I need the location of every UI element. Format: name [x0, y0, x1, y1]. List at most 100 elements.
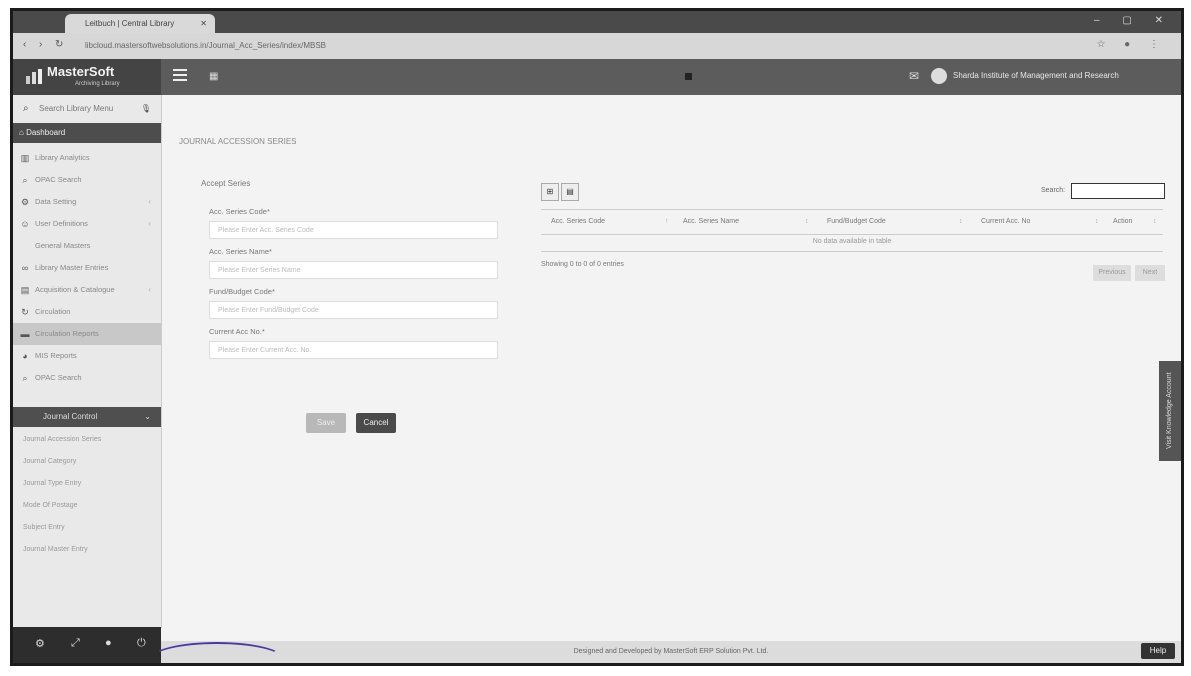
sidebar-subitem-mode-of-postage[interactable]: Mode Of Postage: [13, 495, 161, 517]
chevron-left-icon: ‹: [148, 197, 151, 206]
fund-budget-code-label: Fund/Budget Code*: [209, 287, 275, 296]
column-header-fund-budget-code[interactable]: Fund/Budget Code: [827, 210, 886, 234]
avatar[interactable]: [931, 68, 947, 84]
table-search-label: Search:: [1041, 187, 1066, 194]
microphone-icon[interactable]: 🎙: [141, 101, 151, 117]
sidebar-item-library-master-entries[interactable]: ∞ Library Master Entries: [13, 257, 161, 279]
sidebar-item-label: Library Master Entries: [35, 263, 109, 272]
pagination-next-button[interactable]: Next: [1135, 265, 1165, 281]
sort-icon[interactable]: ↕: [1153, 210, 1157, 234]
sidebar-item-general-masters[interactable]: General Masters: [13, 235, 161, 257]
sidebar-footer-toolbar: ⚙ ⤢ ● ⏻: [13, 627, 161, 663]
column-header-action[interactable]: Action: [1113, 210, 1132, 234]
acc-series-name-input[interactable]: Please Enter Series Name: [209, 261, 498, 279]
footer: Designed and Developed by MasterSoft ERP…: [161, 641, 1181, 663]
settings-icon[interactable]: ⚙: [35, 637, 45, 650]
power-icon[interactable]: ⏻: [137, 637, 146, 650]
users-icon: ☺: [20, 219, 30, 229]
sidebar-subitem-journal-accession-series[interactable]: Journal Accession Series: [13, 429, 161, 451]
pagination-previous-button[interactable]: Previous: [1093, 265, 1131, 281]
excel-export-icon[interactable]: ⊞: [541, 183, 559, 201]
sidebar-item-circulation[interactable]: ↻ Circulation: [13, 301, 161, 323]
chevron-left-icon: ‹: [148, 219, 151, 228]
sidebar-item-data-setting[interactable]: ⚙ Data Setting ‹: [13, 191, 161, 213]
sidebar-item-dashboard[interactable]: ⌂ Dashboard: [13, 123, 161, 143]
table-header: Acc. Series Code ↑ Acc. Series Name ↕ Fu…: [541, 209, 1163, 235]
brand-logo[interactable]: MasterSoft Archiving Library: [13, 59, 161, 95]
sidebar-item-mis-reports[interactable]: ◕ MIS Reports: [13, 345, 161, 367]
sidebar-item-opac-search[interactable]: ⌕ OPAC Search: [13, 169, 161, 191]
chevron-down-icon: ⌄: [144, 412, 151, 421]
sidebar-search-input[interactable]: Search Library Menu: [39, 101, 113, 117]
accession-series-table-panel: ⊞ ▤ Search: Acc. Series Code ↑ Acc. Seri…: [533, 171, 1173, 331]
forward-icon[interactable]: ›: [39, 39, 42, 50]
lock-icon[interactable]: ●: [105, 637, 112, 649]
sidebar-item-opac-search-2[interactable]: ⌕ OPAC Search: [13, 367, 161, 389]
sidebar-item-label: MIS Reports: [35, 351, 77, 360]
table-search-input[interactable]: [1071, 183, 1165, 199]
sidebar-subitem-journal-type-entry[interactable]: Journal Type Entry: [13, 473, 161, 495]
current-acc-no-label: Current Acc No.*: [209, 327, 265, 336]
home-icon: ⌂: [19, 128, 27, 137]
sort-icon[interactable]: ↕: [959, 210, 963, 234]
sidebar-item-label: OPAC Search: [35, 175, 82, 184]
grid-icon[interactable]: ▦: [209, 71, 218, 82]
sidebar: ⌕ Search Library Menu 🎙 ⌂ Dashboard ▥ Li…: [13, 95, 162, 628]
search-icon: ⌕: [23, 103, 29, 114]
bookmark-star-icon[interactable]: ☆ ● ⋮: [1096, 39, 1167, 50]
acc-series-name-label: Acc. Series Name*: [209, 247, 272, 256]
sidebar-item-label: Acquisition & Catalogue: [35, 285, 115, 294]
knowledge-account-side-tab[interactable]: Visit Knowledge Account: [1159, 361, 1181, 461]
fund-budget-code-input[interactable]: Please Enter Fund/Budget Code: [209, 301, 498, 319]
sidebar-item-journal-control[interactable]: Journal Control ⌄: [13, 407, 161, 427]
tab-title: Leitbuch | Central Library: [85, 19, 175, 28]
brand-subtitle: Archiving Library: [75, 81, 120, 87]
window-controls[interactable]: – ▢ ✕: [1094, 15, 1173, 26]
sidebar-item-circulation-reports[interactable]: ▬ Circulation Reports: [13, 323, 161, 345]
book-icon: ▤: [20, 285, 30, 295]
sort-icon[interactable]: ↕: [805, 210, 809, 234]
acc-series-code-input[interactable]: Please Enter Acc. Series Code: [209, 221, 498, 239]
reload-icon[interactable]: ↻: [55, 39, 63, 50]
sort-icon[interactable]: ↑: [665, 210, 669, 234]
notification-icon[interactable]: [685, 73, 692, 80]
save-button[interactable]: Save: [306, 413, 346, 433]
sidebar-subitem-journal-category[interactable]: Journal Category: [13, 451, 161, 473]
fullscreen-icon[interactable]: ⤢: [71, 637, 80, 650]
link-icon: ∞: [21, 263, 29, 273]
sidebar-item-acquisition-catalogue[interactable]: ▤ Acquisition & Catalogue ‹: [13, 279, 161, 301]
sidebar-item-label: User Definitions: [35, 219, 88, 228]
help-button[interactable]: Help: [1141, 643, 1175, 659]
sidebar-item-label: General Masters: [35, 241, 91, 250]
sidebar-item-label: Data Setting: [35, 197, 77, 206]
column-header-acc-series-name[interactable]: Acc. Series Name: [683, 210, 739, 234]
url-field[interactable]: libcloud.mastersoftwebsolutions.in/Journ…: [73, 38, 1085, 53]
refresh-icon: ↻: [21, 307, 29, 317]
sidebar-item-user-definitions[interactable]: ☺ User Definitions ‹: [13, 213, 161, 235]
sidebar-subitem-journal-master-entry[interactable]: Journal Master Entry: [13, 539, 161, 561]
sidebar-search[interactable]: ⌕ Search Library Menu 🎙: [17, 101, 157, 117]
search-icon: ⌕: [22, 373, 28, 383]
back-icon[interactable]: ‹: [23, 39, 26, 50]
report-icon: ▬: [20, 329, 30, 339]
sidebar-item-label: Library Analytics: [35, 153, 90, 162]
institution-name[interactable]: Sharda Institute of Management and Resea…: [953, 71, 1119, 80]
browser-tab[interactable]: Leitbuch | Central Library ✕: [65, 14, 215, 33]
column-header-acc-series-code[interactable]: Acc. Series Code: [551, 210, 605, 234]
column-header-current-acc-no[interactable]: Current Acc. No: [981, 210, 1030, 234]
browser-tab-bar: Leitbuch | Central Library ✕ – ▢ ✕: [13, 11, 1181, 33]
chat-icon[interactable]: ✉: [909, 69, 919, 83]
sidebar-item-label: Dashboard: [26, 128, 66, 137]
menu-toggle-icon[interactable]: [173, 69, 187, 81]
sort-icon[interactable]: ↕: [1095, 210, 1099, 234]
sidebar-item-library-analytics[interactable]: ▥ Library Analytics: [13, 147, 161, 169]
acc-series-code-label: Acc. Series Code*: [209, 207, 270, 216]
close-tab-icon[interactable]: ✕: [200, 19, 207, 28]
current-acc-no-input[interactable]: Please Enter Current Acc. No.: [209, 341, 498, 359]
pdf-export-icon[interactable]: ▤: [561, 183, 579, 201]
sidebar-item-label: Circulation Reports: [35, 329, 99, 338]
cancel-button[interactable]: Cancel: [356, 413, 396, 433]
sidebar-subitem-subject-entry[interactable]: Subject Entry: [13, 517, 161, 539]
brand-mark-icon: [26, 69, 42, 84]
chart-icon: ▥: [20, 153, 30, 163]
